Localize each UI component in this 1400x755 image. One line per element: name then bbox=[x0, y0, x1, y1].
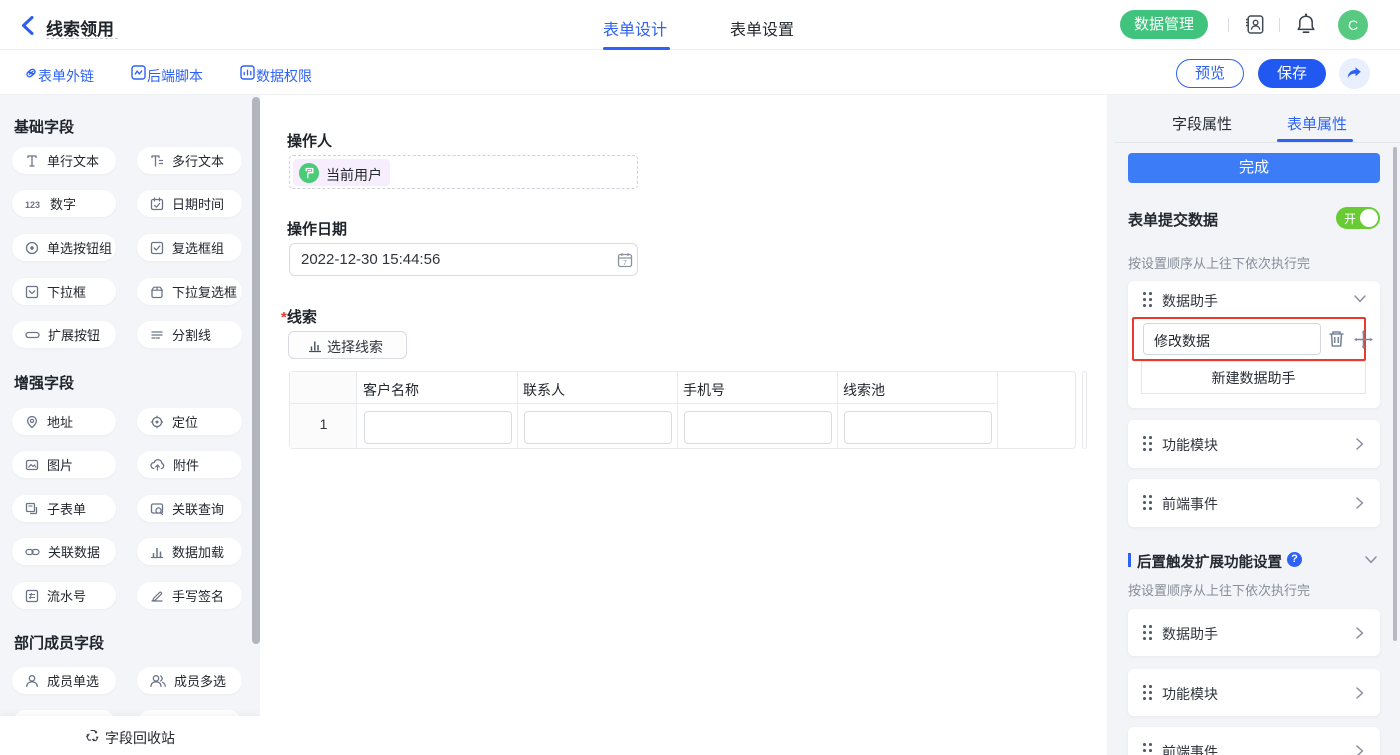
svg-text:7: 7 bbox=[623, 260, 627, 267]
svg-text:123: 123 bbox=[25, 200, 40, 210]
